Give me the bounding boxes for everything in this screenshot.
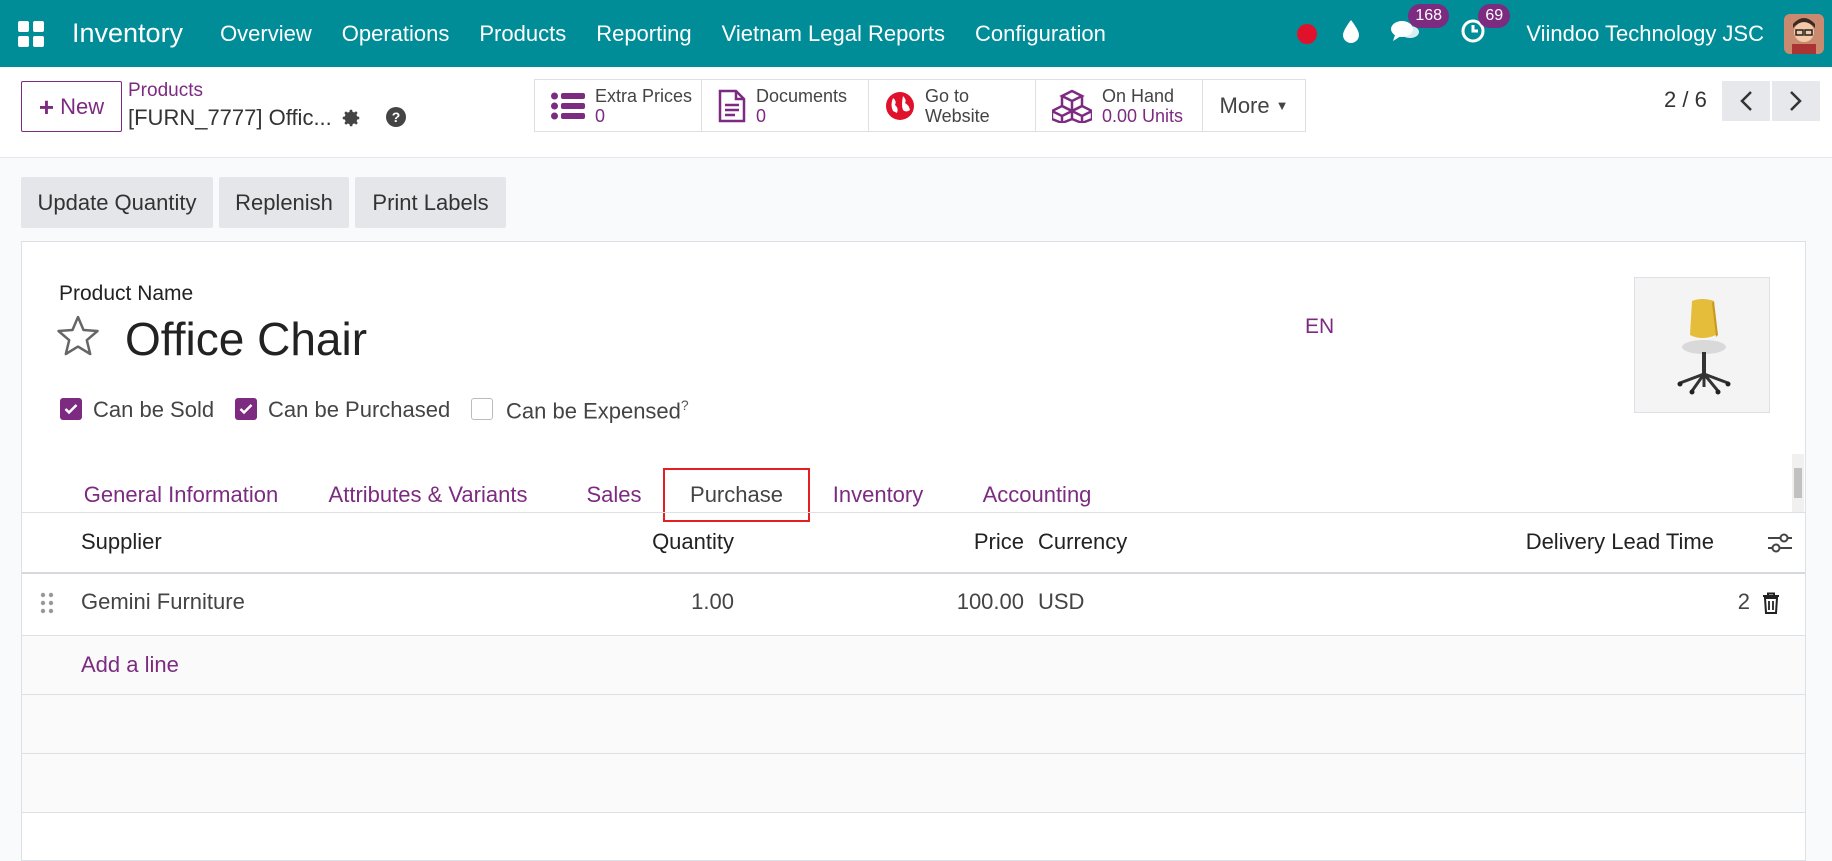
- user-avatar[interactable]: [1784, 13, 1824, 54]
- list-icon: [551, 92, 585, 119]
- tabs-divider: [22, 512, 1805, 513]
- tab-sales[interactable]: Sales: [562, 468, 666, 522]
- control-panel: + New Products [FURN_7777] Offic... ? Ex…: [0, 67, 1832, 158]
- language-button[interactable]: EN: [1305, 315, 1334, 339]
- scrollbar-thumb[interactable]: [1794, 468, 1802, 498]
- can-be-sold-label[interactable]: Can be Sold: [93, 397, 214, 423]
- print-labels-button[interactable]: Print Labels: [355, 177, 506, 228]
- tab-inventory[interactable]: Inventory: [816, 468, 940, 522]
- update-quantity-button[interactable]: Update Quantity: [21, 177, 213, 228]
- can-be-expensed-label[interactable]: Can be Expensed?: [506, 397, 689, 424]
- cubes-icon: [1052, 89, 1092, 123]
- form-sheet: Product Name Office Chair EN Can be Sold…: [21, 241, 1806, 861]
- new-button[interactable]: + New: [21, 81, 122, 132]
- col-price[interactable]: Price: [872, 529, 1024, 555]
- header-divider: [22, 572, 1805, 574]
- activities-button[interactable]: 69: [1460, 3, 1511, 50]
- go-to-website-button[interactable]: Go to Website: [869, 80, 1036, 131]
- cell-price[interactable]: 100.00: [872, 589, 1024, 615]
- breadcrumb-current: [FURN_7777] Offic...: [128, 105, 332, 130]
- tab-accounting[interactable]: Accounting: [962, 468, 1112, 522]
- row-divider: [22, 812, 1805, 813]
- on-hand-value: 0.00 Units: [1102, 105, 1184, 126]
- help-icon[interactable]: ?: [385, 106, 407, 134]
- cell-supplier[interactable]: Gemini Furniture: [81, 589, 245, 615]
- apps-menu-icon[interactable]: [0, 0, 62, 67]
- pager-previous-button[interactable]: [1722, 81, 1770, 121]
- globe-icon: [886, 91, 914, 120]
- svg-text:?: ?: [392, 109, 401, 125]
- menu-configuration[interactable]: Configuration: [975, 21, 1106, 47]
- star-icon[interactable]: [56, 315, 100, 363]
- can-be-sold-checkbox[interactable]: [60, 398, 82, 420]
- col-quantity[interactable]: Quantity: [582, 529, 734, 555]
- trash-icon[interactable]: [1762, 592, 1780, 620]
- can-be-expensed-text: Can be Expensed: [506, 398, 681, 424]
- pager-next-button[interactable]: [1772, 81, 1820, 121]
- menu-vietnam-legal-reports[interactable]: Vietnam Legal Reports: [722, 21, 945, 47]
- extra-prices-value: 0: [595, 105, 606, 126]
- documents-label: Documents: [756, 85, 848, 106]
- tabs-scrollbar[interactable]: [1792, 454, 1804, 512]
- col-currency[interactable]: Currency: [1038, 529, 1127, 555]
- pager-value[interactable]: 2 / 6: [1664, 87, 1707, 113]
- empty-row: [22, 695, 1805, 753]
- tab-attributes-variants[interactable]: Attributes & Variants: [308, 468, 548, 522]
- on-hand-button[interactable]: On Hand 0.00 Units: [1036, 80, 1203, 131]
- column-settings-icon[interactable]: [1767, 532, 1793, 560]
- menu-overview[interactable]: Overview: [220, 21, 312, 47]
- messages-button[interactable]: 168: [1390, 3, 1450, 50]
- app-brand[interactable]: Inventory: [72, 18, 183, 49]
- add-line-row: [22, 636, 1805, 694]
- caret-down-icon: ▼: [1275, 98, 1289, 113]
- empty-row: [22, 754, 1805, 812]
- drop-icon[interactable]: [1342, 19, 1360, 49]
- cell-quantity[interactable]: 1.00: [582, 589, 734, 615]
- cell-currency[interactable]: USD: [1038, 589, 1084, 615]
- menu-operations[interactable]: Operations: [342, 21, 450, 47]
- tab-general-information[interactable]: General Information: [66, 468, 296, 522]
- top-navbar: Inventory Overview Operations Products R…: [0, 0, 1832, 67]
- col-delivery-lead-time[interactable]: Delivery Lead Time: [1482, 529, 1714, 555]
- breadcrumb-products[interactable]: Products: [128, 80, 203, 102]
- can-be-purchased-label[interactable]: Can be Purchased: [268, 397, 450, 423]
- extra-prices-button[interactable]: Extra Prices 0: [535, 80, 702, 131]
- gear-icon[interactable]: [340, 107, 362, 135]
- on-hand-label: On Hand: [1102, 85, 1175, 106]
- extra-prices-label: Extra Prices: [595, 85, 693, 106]
- check-icon: [239, 404, 253, 415]
- product-name-input[interactable]: Office Chair: [125, 312, 367, 366]
- more-label: More: [1219, 92, 1270, 118]
- more-button[interactable]: More ▼: [1203, 80, 1305, 131]
- messages-badge: 168: [1408, 3, 1450, 28]
- documents-value: 0: [756, 105, 767, 126]
- chevron-left-icon: [1740, 91, 1752, 111]
- cell-delivery-lead-time[interactable]: 2: [1622, 589, 1750, 615]
- website-label: Website: [925, 105, 990, 126]
- activities-badge: 69: [1478, 3, 1511, 28]
- can-be-purchased-checkbox[interactable]: [235, 398, 257, 420]
- plus-icon: +: [38, 91, 55, 122]
- col-supplier[interactable]: Supplier: [81, 529, 162, 555]
- menu-products[interactable]: Products: [479, 21, 566, 47]
- documents-button[interactable]: Documents 0: [702, 80, 869, 131]
- add-a-line-link[interactable]: Add a line: [81, 652, 179, 678]
- document-icon: [718, 89, 746, 122]
- new-button-label: New: [60, 93, 105, 119]
- smart-buttons: Extra Prices 0 Documents 0 Go to Website On…: [534, 79, 1306, 132]
- menu-reporting[interactable]: Reporting: [596, 21, 691, 47]
- go-to-label: Go to: [925, 85, 970, 106]
- company-switcher[interactable]: Viindoo Technology JSC: [1526, 21, 1764, 47]
- tab-purchase[interactable]: Purchase: [663, 468, 810, 522]
- check-icon: [64, 404, 78, 415]
- drag-handle-icon[interactable]: [40, 592, 54, 620]
- help-tooltip-icon[interactable]: ?: [681, 397, 689, 413]
- product-name-label: Product Name: [59, 282, 194, 305]
- can-be-expensed-checkbox[interactable]: [471, 398, 493, 420]
- chevron-right-icon: [1790, 91, 1802, 111]
- recording-icon[interactable]: [1297, 23, 1318, 44]
- product-image[interactable]: [1634, 277, 1770, 413]
- replenish-button[interactable]: Replenish: [219, 177, 349, 228]
